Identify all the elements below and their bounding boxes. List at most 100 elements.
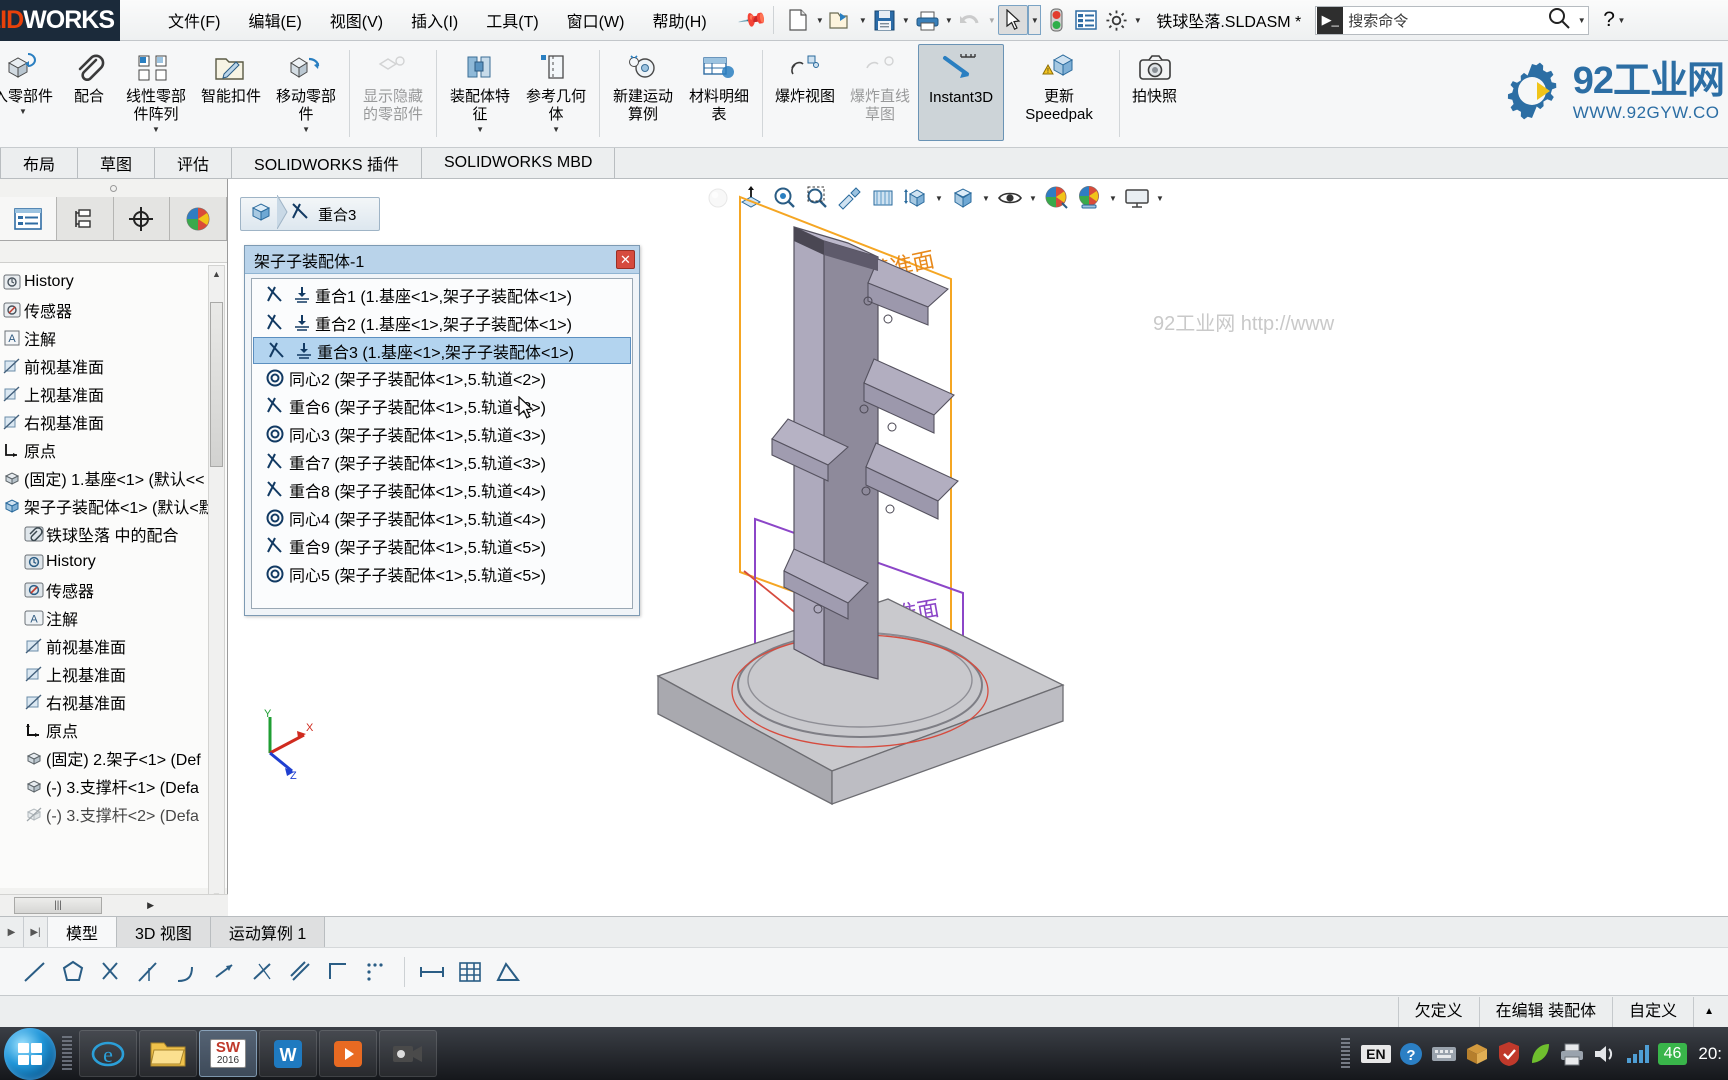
new-document-caret-icon[interactable]: ▼ xyxy=(813,5,826,35)
tree-item-sensors-top[interactable]: 传感器 xyxy=(0,296,227,324)
tray-grip[interactable] xyxy=(1341,1037,1351,1070)
tree-item-sensors-sub[interactable]: 传感器 xyxy=(0,576,227,604)
reference-geometry-dropdown-icon[interactable]: ▼ xyxy=(552,125,560,134)
tree-item-annotations-top[interactable]: A 注解 xyxy=(0,324,227,352)
leaf-icon[interactable] xyxy=(1528,1041,1552,1067)
polygon-tool[interactable] xyxy=(54,953,92,991)
help-circle-icon[interactable]: ? xyxy=(1398,1041,1424,1067)
smart-dimension-tool[interactable] xyxy=(413,953,451,991)
tree-item-history-sub[interactable]: History xyxy=(0,548,227,576)
configuration-manager-tab[interactable] xyxy=(114,197,171,240)
notification-badge[interactable]: 46 xyxy=(1657,1042,1688,1065)
taskbar-internet-explorer[interactable]: e xyxy=(79,1030,137,1077)
close-icon[interactable]: ✕ xyxy=(616,250,635,269)
tree-item-mates-folder[interactable]: 铁球坠落 中的配合 xyxy=(0,520,227,548)
help-button[interactable]: ? xyxy=(1603,8,1615,32)
mate-row-concentric5[interactable]: 同心5 (架子子装配体<1>,5.轨道<5>) xyxy=(252,560,632,588)
tree-item-origin-top[interactable]: 原点 xyxy=(0,436,227,464)
menu-tools[interactable]: 工具(T) xyxy=(472,4,552,36)
tree-item-annotations-sub[interactable]: A 注解 xyxy=(0,604,227,632)
menu-help[interactable]: 帮助(H) xyxy=(638,4,720,36)
options-caret-icon[interactable]: ▼ xyxy=(1131,5,1144,35)
bottom-tab-motion-study-1[interactable]: 运动算例 1 xyxy=(210,917,326,947)
tree-item-top-plane-top[interactable]: 上视基准面 xyxy=(0,380,227,408)
feature-tree-scrollbar[interactable]: ▲ ▼ xyxy=(208,265,225,905)
menu-view[interactable]: 视图(V) xyxy=(316,4,397,36)
tab-evaluate[interactable]: 评估 xyxy=(155,148,233,178)
reference-geometry-button[interactable]: 参考几何体 ▼ xyxy=(518,44,594,134)
volume-icon[interactable] xyxy=(1592,1042,1618,1066)
line-tool[interactable] xyxy=(16,953,54,991)
mate-row-coincident6[interactable]: 重合6 (架子子装配体<1>,5.轨道<2>) xyxy=(252,392,632,420)
bottom-tab-3d-views[interactable]: 3D 视图 xyxy=(117,917,211,947)
box-icon[interactable] xyxy=(1464,1041,1490,1067)
taskbar-solidworks-2016[interactable]: SW 2016 xyxy=(199,1030,257,1077)
new-motion-study-button[interactable]: 新建运动算例 xyxy=(605,44,681,124)
feature-manager-tab[interactable] xyxy=(0,197,57,240)
undo-button[interactable] xyxy=(955,5,985,35)
move-component-dropdown-icon[interactable]: ▼ xyxy=(302,125,310,134)
new-document-button[interactable] xyxy=(783,5,813,35)
undo-caret-icon[interactable]: ▼ xyxy=(985,5,998,35)
mate-row-coincident3[interactable]: 重合3 (1.基座<1>,架子子装配体<1>) xyxy=(253,337,631,364)
move-component-button[interactable]: 移动零部件 ▼ xyxy=(268,44,344,134)
select-caret-icon[interactable]: ▼ xyxy=(1028,5,1042,35)
print-caret-icon[interactable]: ▼ xyxy=(942,5,955,35)
search-command-box[interactable]: ▶_ 搜索命令 ▼ xyxy=(1315,5,1590,35)
tree-item-front-plane-sub[interactable]: 前视基准面 xyxy=(0,632,227,660)
mirror-entities-tool[interactable] xyxy=(244,953,282,991)
mate-row-coincident8[interactable]: 重合8 (架子子装配体<1>,5.轨道<4>) xyxy=(252,476,632,504)
open-document-caret-icon[interactable]: ▼ xyxy=(856,5,869,35)
help-caret-icon[interactable]: ▼ xyxy=(1615,5,1628,35)
smart-fasteners-button[interactable]: 智能扣件 xyxy=(194,44,268,106)
select-button[interactable] xyxy=(998,5,1029,35)
mate-dialog[interactable]: 架子子装配体-1 ✕ 重合1 (1.基座<1>,架子子装配体<1>) 重合2 (… xyxy=(244,245,640,616)
display-options-button[interactable] xyxy=(1071,5,1101,35)
take-snapshot-button[interactable]: 拍快照 xyxy=(1125,44,1184,106)
scrollbar-thumb[interactable] xyxy=(210,302,223,467)
hscroll-right-icon[interactable]: ▶ xyxy=(147,900,154,911)
bottom-tab-model[interactable]: 模型 xyxy=(48,917,118,947)
rebuild-button[interactable] xyxy=(1041,5,1071,35)
assembly-features-button[interactable]: 装配体特征 ▼ xyxy=(442,44,518,134)
taskbar-file-explorer[interactable] xyxy=(139,1030,197,1077)
tab-solidworks-mbd[interactable]: SOLIDWORKS MBD xyxy=(422,148,616,178)
tree-item-rack-subassembly[interactable]: 架子子装配体<1> (默认<默 xyxy=(0,492,227,520)
bill-of-materials-button[interactable]: 材料明细表 xyxy=(681,44,757,124)
tree-item-base-part[interactable]: (固定) 1.基座<1> (默认<< xyxy=(0,464,227,492)
tab-layout[interactable]: 布局 xyxy=(0,148,79,178)
show-hidden-components-button[interactable]: 显示隐藏的零部件 xyxy=(355,44,431,124)
status-custom[interactable]: 自定义 xyxy=(1612,996,1693,1027)
graphics-area[interactable]: ▼ ▼ ▼ ▼ ▼ 92工业网 http://www Y X Z 重合3 架子子… xyxy=(228,179,1728,916)
corner-rectangle-tool[interactable] xyxy=(320,953,358,991)
scroll-up-icon[interactable]: ▲ xyxy=(212,269,221,279)
tree-item-origin-sub[interactable]: 原点 xyxy=(0,716,227,744)
keyboard-icon[interactable] xyxy=(1431,1044,1457,1064)
tree-item-support-rod-1[interactable]: (-) 3.支撑杆<1> (Defa xyxy=(0,772,227,800)
linear-sketch-pattern-tool[interactable] xyxy=(282,953,320,991)
panel-resize-grip[interactable] xyxy=(0,179,227,197)
mate-row-concentric2[interactable]: 同心2 (架子子装配体<1>,5.轨道<2>) xyxy=(252,364,632,392)
search-caret-icon[interactable]: ▼ xyxy=(1575,5,1588,35)
taskbar-grip[interactable] xyxy=(62,1035,72,1072)
taskbar-screen-recorder[interactable] xyxy=(379,1030,437,1077)
linear-pattern-dropdown-icon[interactable]: ▼ xyxy=(152,125,160,134)
shield-icon[interactable] xyxy=(1497,1041,1521,1067)
pin-icon[interactable]: 📌 xyxy=(736,3,769,36)
taskbar-clock[interactable]: 20: xyxy=(1694,1044,1722,1064)
print-button[interactable] xyxy=(912,5,942,35)
mate-row-coincident9[interactable]: 重合9 (架子子装配体<1>,5.轨道<5>) xyxy=(252,532,632,560)
linear-component-pattern-button[interactable]: 线性零部件阵列 ▼ xyxy=(118,44,194,134)
save-button[interactable] xyxy=(869,5,899,35)
mate-row-concentric3[interactable]: 同心3 (架子子装配体<1>,5.轨道<3>) xyxy=(252,420,632,448)
menu-insert[interactable]: 插入(I) xyxy=(397,4,472,36)
tree-item-rack-part[interactable]: (固定) 2.架子<1> (Def xyxy=(0,744,227,772)
printer-tray-icon[interactable] xyxy=(1559,1042,1585,1066)
tree-item-front-plane-top[interactable]: 前视基准面 xyxy=(0,352,227,380)
windows-start-icon[interactable] xyxy=(4,1027,56,1080)
taskbar-wps-office[interactable]: W xyxy=(259,1030,317,1077)
grid-settings-tool[interactable] xyxy=(451,953,489,991)
menu-file[interactable]: 文件(F) xyxy=(154,4,234,36)
offset-entities-tool[interactable] xyxy=(206,953,244,991)
rail-model-3[interactable] xyxy=(865,442,959,520)
